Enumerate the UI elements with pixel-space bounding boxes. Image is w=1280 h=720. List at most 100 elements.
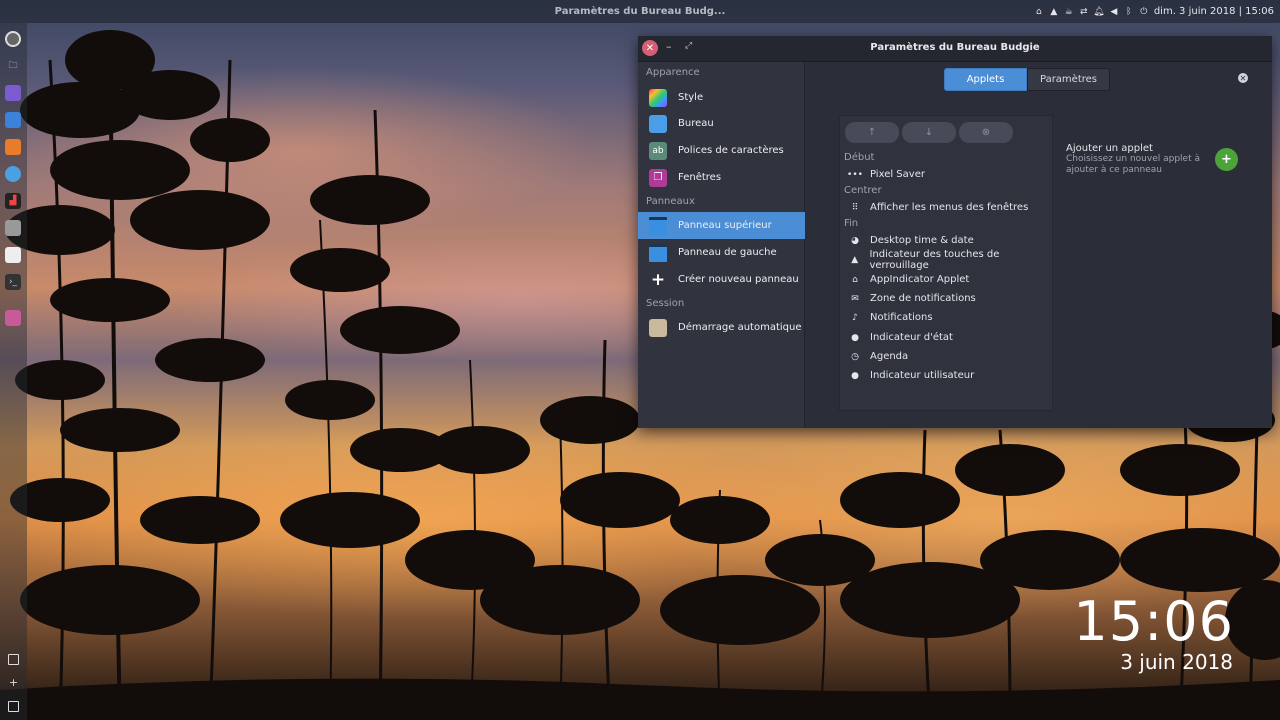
system-tray: ⌂ ▲ ☕ ⇄ 🔔︎ ◀ ᛒ ⏻ dim. 3 juin 2018 | 15:0… [1034,0,1274,23]
group-centrer: Centrer [844,185,882,196]
move-down-button[interactable]: ↓ [902,122,956,143]
applet-label: Zone de notifications [870,293,976,304]
desktop-clock-time: 15:06 [1073,590,1234,653]
bluetooth-icon[interactable]: ᛒ [1124,7,1134,17]
settings-sidebar: Apparence Style Bureau ab Polices de car… [638,62,805,428]
applet-label: Desktop time & date [870,235,974,246]
sidebar-item-label: Bureau [678,118,714,129]
home-icon[interactable]: ⌂ [1034,7,1044,17]
firefox-icon[interactable] [5,139,21,155]
applet-list: ↑ ↓ ⊗ Début ••• Pixel Saver Centrer ⠿ Af… [839,115,1053,411]
add-applet-subtitle: Choisissez un nouvel applet à ajouter à … [1066,154,1200,175]
sidebar-item-label: Panneau supérieur [678,220,772,231]
applet-label: AppIndicator Applet [870,274,970,285]
settings-app-icon[interactable] [5,310,21,326]
mail-icon: ✉ [851,293,859,304]
move-up-button[interactable]: ↑ [845,122,899,143]
sidebar-item-demarrage[interactable]: Démarrage automatique [638,314,805,341]
add-icon[interactable]: + [8,676,19,689]
applet-label: Indicateur utilisateur [870,370,975,381]
desktop-clock-date: 3 juin 2018 [1120,650,1233,674]
list-item[interactable]: ✉ Zone de notifications [840,289,1052,308]
desktop-icon [649,114,667,133]
volume-icon[interactable]: ◀ [1109,7,1119,17]
active-window-title[interactable]: Paramètres du Bureau Budg... [555,6,726,17]
sidebar-item-label: Polices de caractères [678,145,784,156]
main-content: Applets Paramètres ✕ ↑ ↓ ⊗ Début ••• Pix… [805,62,1272,428]
window-title: Paramètres du Bureau Budgie [870,42,1040,53]
sidebar-item-label: Démarrage automatique [678,322,802,333]
sidebar-item-label: Fenêtres [678,172,722,183]
left-panel-icon [649,243,667,262]
sidebar-item-style[interactable]: Style [638,84,805,111]
show-desktop-icon[interactable] [8,701,19,712]
caps-lock-icon[interactable]: ▲ [1049,7,1059,17]
sidebar-item-panneau-gauche[interactable]: Panneau de gauche [638,239,805,266]
home-icon: ⌂ [852,274,858,285]
windows-icon: ❐ [649,168,667,187]
group-debut: Début [844,152,875,163]
add-applet-button[interactable]: + [1215,148,1238,171]
arrow-down-icon: ↓ [924,127,934,138]
remove-icon: ⊗ [981,127,991,138]
clock-pie-icon: ◕ [851,235,859,246]
sidebar-item-bureau[interactable]: Bureau [638,110,805,137]
monitor-icon[interactable]: ▟ [5,193,21,209]
applet-label: Pixel Saver [870,169,925,180]
tab-applets[interactable]: Applets [944,68,1027,91]
sidebar-item-panneau-superieur[interactable]: Panneau supérieur [638,212,805,239]
bell-icon[interactable]: 🔔︎ [1093,7,1104,17]
section-panneaux: Panneaux [646,196,695,207]
files-icon[interactable]: 🗀 [5,58,21,74]
applet-label: Indicateur des touches de verrouillage [869,248,1000,271]
settings-window: ✕ – ⤢ Paramètres du Bureau Budgie Appare… [638,36,1272,428]
user-status-icon: ● [851,332,859,343]
applet-label: Notifications [870,312,933,323]
list-item[interactable]: ● Indicateur utilisateur [840,366,1052,385]
list-item[interactable]: ♪ Notifications [840,308,1052,327]
close-icon[interactable]: ✕ [1238,73,1248,83]
budgie-menu-icon[interactable] [5,31,21,47]
applet-label: Indicateur d'état [870,332,953,343]
list-item[interactable]: ◕ Desktop time & date [840,231,1052,250]
section-session: Session [646,298,685,309]
group-fin: Fin [844,218,859,229]
window-titlebar[interactable]: ✕ – ⤢ Paramètres du Bureau Budgie [638,36,1272,62]
list-item[interactable]: ● Indicateur d'état [840,328,1052,347]
list-item[interactable]: ⠿ Afficher les menus des fenêtres [840,198,1052,217]
bell-icon: ♪ [852,312,858,323]
sidebar-item-polices[interactable]: ab Polices de caractères [638,137,805,164]
dots-icon: ••• [847,169,863,180]
power-icon[interactable]: ⏻ [1139,7,1149,17]
user-icon: ● [851,370,859,381]
list-item[interactable]: ⌂ AppIndicator Applet [840,270,1052,289]
sidebar-item-label: Créer nouveau panneau [678,274,799,285]
list-item[interactable]: ◷ Agenda [840,347,1052,366]
arrow-up-icon: ↑ [867,127,877,138]
clock-icon: ◷ [851,351,859,362]
sidebar-item-fenetres[interactable]: ❐ Fenêtres [638,164,805,191]
sidebar-item-label: Panneau de gauche [678,247,777,258]
coffee-icon[interactable]: ☕ [1064,7,1074,17]
tab-parametres[interactable]: Paramètres [1027,68,1110,91]
applet-label: Agenda [870,351,909,362]
browser-icon[interactable] [5,112,21,128]
caps-lock-icon: ▲ [851,254,859,265]
app-purple-icon[interactable] [5,85,21,101]
archive-icon[interactable] [5,220,21,236]
list-item[interactable]: ▲ Indicateur des touches de verrouillage [840,248,1052,271]
notes-icon[interactable] [8,654,19,665]
list-item[interactable]: ••• Pixel Saver [840,165,1052,184]
sidebar-item-creer-panneau[interactable]: + Créer nouveau panneau [638,266,805,293]
chromium-icon[interactable] [5,166,21,182]
document-icon[interactable] [5,247,21,263]
panel-clock[interactable]: dim. 3 juin 2018 | 15:06 [1154,6,1274,17]
remove-applet-button[interactable]: ⊗ [959,122,1013,143]
tab-bar: Applets Paramètres [944,68,1110,91]
grid-icon: ⠿ [851,202,859,213]
style-icon [649,88,667,107]
network-icon[interactable]: ⇄ [1079,7,1089,17]
terminal-icon[interactable]: ›_ [5,274,21,290]
applet-label: Afficher les menus des fenêtres [870,202,1029,213]
section-apparence: Apparence [646,67,700,78]
